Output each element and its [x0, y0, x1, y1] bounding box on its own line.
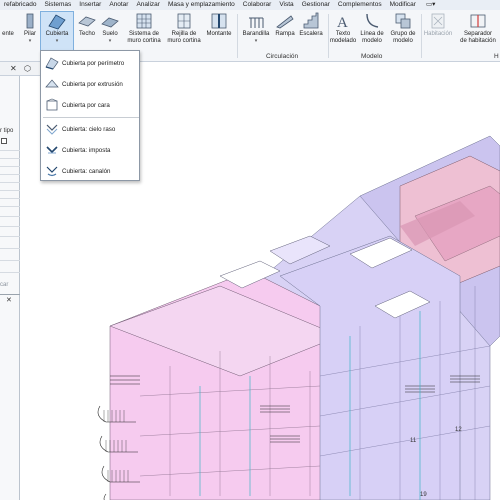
room-separator-button[interactable]: Separador de habitación [456, 12, 500, 45]
properties-panel: r tipo car ✕ [0, 76, 20, 500]
ente-button[interactable]: ente [0, 12, 16, 38]
property-row [0, 272, 20, 273]
menu-item-analizar[interactable]: Analizar [132, 0, 163, 10]
chevron-down-icon: ▾ [28, 38, 32, 44]
property-row [0, 206, 20, 207]
menu-options-icon[interactable]: ▭▾ [422, 0, 439, 10]
menu-item-anotar[interactable]: Anotar [105, 0, 132, 10]
column-icon [21, 12, 39, 30]
roof-extrusion-icon [44, 77, 59, 92]
menu-item-modificar[interactable]: Modificar [386, 0, 420, 10]
ceiling-icon [78, 12, 96, 30]
model-line-icon [363, 12, 381, 30]
curtain-system-button[interactable]: Sistema de muro cortina [124, 12, 164, 45]
property-row [0, 174, 20, 175]
roof-icon [48, 12, 66, 30]
roof-footprint-icon [44, 56, 59, 71]
property-row [0, 158, 20, 159]
roof-by-face-icon [44, 98, 59, 113]
dd-cubierta-cielo-raso[interactable]: Cubierta: cielo raso [41, 119, 139, 139]
panel-separator [237, 14, 238, 58]
dd-cubierta-extrusion[interactable]: Cubierta por extrusión [41, 74, 139, 94]
room-icon [429, 12, 447, 30]
type-checkbox[interactable] [1, 138, 7, 144]
mullion-button[interactable]: Montante [204, 12, 234, 38]
type-label: r tipo [0, 128, 14, 134]
curtain-grid-icon [175, 12, 193, 30]
view-cube-icon[interactable]: ⬡ [24, 64, 31, 73]
habitacion-button[interactable]: Habitación [422, 12, 454, 38]
left-top-strip: ✕ ⬡ [0, 62, 40, 76]
pilar-button[interactable]: Pilar ▾ [20, 12, 40, 45]
railing-icon [247, 12, 265, 30]
chevron-down-icon: ▾ [108, 38, 112, 44]
ramp-icon [276, 12, 294, 30]
roof-gutter-icon [44, 164, 59, 179]
apply-label[interactable]: car [0, 282, 8, 288]
property-row [0, 216, 20, 217]
roof-fascia-icon [44, 143, 59, 158]
menu-separator [43, 117, 139, 118]
property-row [0, 236, 20, 237]
svg-text:11: 11 [410, 438, 417, 444]
menu-item-masa[interactable]: Masa y emplazamiento [164, 0, 239, 10]
property-row [0, 260, 20, 261]
floor-icon [101, 12, 119, 30]
chevron-down-icon: ▾ [55, 38, 59, 44]
curtain-grid-button[interactable]: Rejilla de muro cortina [164, 12, 204, 45]
menu-item-gestionar[interactable]: Gestionar [298, 0, 334, 10]
model-text-button[interactable]: A Texto modelado [329, 12, 357, 45]
property-row [0, 190, 20, 191]
svg-text:19: 19 [420, 492, 427, 498]
panel-label-circulacion: Circulación [266, 53, 299, 60]
dd-cubierta-canalon[interactable]: Cubierta: canalón [41, 161, 139, 181]
menu-item-vista[interactable]: Vista [275, 0, 297, 10]
techo-button[interactable]: Techo [76, 12, 98, 38]
property-row [0, 226, 20, 227]
dd-cubierta-cara[interactable]: Cubierta por cara [41, 95, 139, 115]
cubierta-dropdown-menu: Cubierta por perímetro Cubierta por extr… [40, 50, 140, 181]
component-icon [0, 12, 17, 30]
rampa-button[interactable]: Rampa [274, 12, 296, 38]
model-line-button[interactable]: Línea de modelo [358, 12, 386, 45]
dd-cubierta-imposta[interactable]: Cubierta: imposta [41, 140, 139, 160]
property-row [0, 166, 20, 167]
dd-cubierta-perimetro[interactable]: Cubierta por perímetro [41, 53, 139, 73]
menu-item-sistemas[interactable]: Sistemas [41, 0, 76, 10]
svg-text:A: A [337, 15, 348, 30]
property-row [0, 182, 20, 183]
svg-text:12: 12 [455, 427, 462, 433]
panel-divider [0, 294, 20, 295]
panel-label-h: H [494, 53, 499, 60]
model-text-icon: A [334, 12, 352, 30]
chevron-down-icon: ▾ [254, 38, 258, 44]
menu-item-colaborar[interactable]: Colaborar [239, 0, 276, 10]
property-row [0, 198, 20, 199]
barandilla-button[interactable]: Barandilla ▾ [240, 12, 272, 45]
mullion-icon [210, 12, 228, 30]
panel-label-modelo: Modelo [361, 53, 383, 60]
roof-soffit-icon [44, 122, 59, 137]
model-group-icon [394, 12, 412, 30]
model-group-button[interactable]: Grupo de modelo [388, 12, 418, 45]
room-separator-icon [469, 12, 487, 30]
menu-bar: refabricado Sistemas Insertar Anotar Ana… [0, 0, 500, 10]
menu-item-prefabricado[interactable]: refabricado [0, 0, 41, 10]
cubierta-button[interactable]: Cubierta ▾ [40, 11, 74, 51]
property-row [0, 150, 20, 151]
menu-item-insertar[interactable]: Insertar [75, 0, 105, 10]
menu-item-complementos[interactable]: Complementos [334, 0, 386, 10]
close-icon[interactable]: ✕ [10, 64, 17, 73]
stair-icon [302, 12, 320, 30]
close-icon[interactable]: ✕ [6, 296, 12, 304]
escalera-button[interactable]: Escalera [297, 12, 325, 38]
suelo-button[interactable]: Suelo ▾ [99, 12, 121, 45]
property-row [0, 248, 20, 249]
curtain-system-icon [135, 12, 153, 30]
